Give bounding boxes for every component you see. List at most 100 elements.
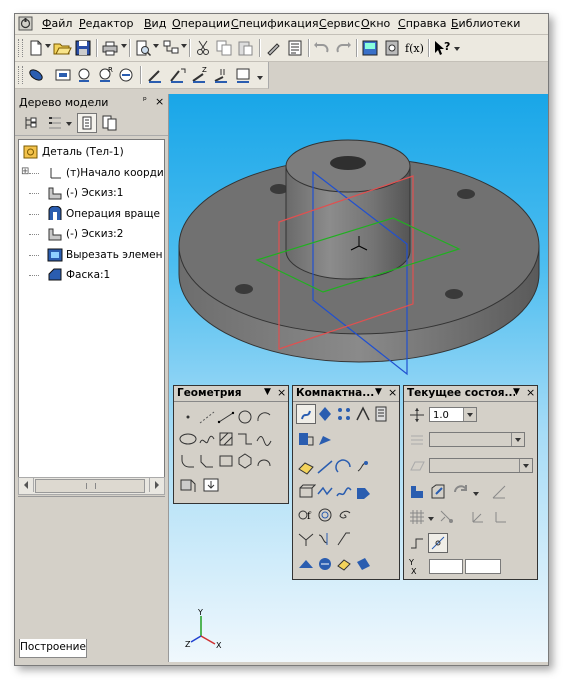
snaps-toggle-icon[interactable] [428, 533, 448, 553]
cursor-step-icon[interactable] [407, 405, 427, 425]
arc-icon[interactable] [254, 407, 274, 427]
chamfer-icon[interactable] [197, 451, 217, 471]
designations-icon[interactable] [334, 404, 354, 424]
new-dropdown-icon[interactable] [45, 44, 51, 48]
tree-item[interactable]: ⊞ (т)Начало коорди [19, 164, 164, 182]
menu-specification[interactable]: Спецификация [231, 17, 318, 30]
refresh-icon[interactable] [167, 65, 187, 85]
format-painter-icon[interactable] [263, 38, 283, 58]
surface-icon[interactable] [353, 554, 373, 574]
geometry-panel-titlebar[interactable]: Геометрия ▼ × [174, 386, 288, 402]
ortho-mode-icon[interactable] [407, 533, 427, 553]
layer-field[interactable] [429, 432, 525, 447]
toolbar-overflow-icon[interactable] [257, 76, 263, 80]
tree-list-icon[interactable] [99, 113, 119, 133]
point-icon[interactable] [178, 407, 198, 427]
toolbar-overflow-icon[interactable] [454, 47, 460, 51]
variables-tool-icon[interactable]: f [296, 505, 316, 525]
open-icon[interactable] [52, 38, 72, 58]
tree-item[interactable]: Операция враще [19, 205, 164, 223]
rectangle-icon[interactable] [216, 451, 236, 471]
zoom-previous-icon[interactable]: R [95, 65, 115, 85]
redo-icon[interactable] [333, 38, 353, 58]
measure-icon[interactable] [372, 404, 392, 424]
pan-icon[interactable] [145, 65, 165, 85]
coordinate-y-field[interactable] [465, 559, 501, 574]
filter-dropdown-icon[interactable] [66, 122, 72, 126]
nurbs-icon[interactable] [254, 429, 274, 449]
tree-view-dropdown-icon[interactable] [181, 44, 187, 48]
view-dropdown-icon[interactable] [519, 459, 532, 472]
polyline-icon[interactable] [235, 429, 255, 449]
extrude-icon[interactable] [296, 482, 316, 502]
constraints-icon[interactable] [353, 404, 373, 424]
tree-structure-icon[interactable] [21, 113, 41, 133]
step-dropdown-icon[interactable] [463, 408, 476, 421]
fillet-icon[interactable] [178, 451, 198, 471]
close-icon[interactable]: × [277, 386, 286, 399]
zoom-icon[interactable] [74, 65, 94, 85]
close-icon[interactable]: × [155, 95, 164, 108]
scroll-right-icon[interactable] [149, 478, 164, 492]
chevron-down-icon[interactable]: ▼ [513, 387, 520, 397]
new-icon[interactable] [26, 38, 46, 58]
print-icon[interactable] [100, 38, 120, 58]
view-field[interactable] [429, 458, 533, 473]
chevron-down-icon[interactable]: ▼ [375, 387, 382, 397]
spiral-icon[interactable] [334, 505, 354, 525]
pin-icon[interactable]: ᵖ [143, 96, 147, 106]
tree-item[interactable]: Фаска:1 [19, 266, 164, 284]
3d-viewport[interactable]: Геометрия ▼ × Компактна... ▼ × f Текущее… [169, 94, 548, 662]
variables-icon[interactable]: f(x) [404, 38, 424, 58]
circle-icon[interactable] [235, 407, 255, 427]
properties-icon[interactable] [285, 38, 305, 58]
menu-view[interactable]: Вид [144, 17, 166, 30]
horizontal-scrollbar[interactable] [18, 477, 165, 495]
fill-sketch-icon[interactable] [296, 457, 316, 477]
contour-icon[interactable] [254, 451, 274, 471]
mirror-icon[interactable] [315, 529, 335, 549]
menu-service[interactable]: Сервис [319, 17, 360, 30]
chevron-down-icon[interactable]: ▼ [264, 387, 271, 397]
tree-view-mode-icon[interactable] [77, 113, 97, 133]
cut-icon[interactable] [193, 38, 213, 58]
hatch-icon[interactable] [216, 429, 236, 449]
rotate-icon[interactable] [26, 65, 46, 85]
preview-icon[interactable] [133, 38, 153, 58]
edit-mode-icon[interactable] [428, 482, 448, 502]
grid-icon[interactable] [407, 507, 427, 527]
rebuild-icon[interactable] [451, 482, 471, 502]
zoom-next-icon[interactable] [116, 65, 136, 85]
close-icon[interactable]: × [526, 386, 535, 399]
ellipse-icon[interactable] [178, 429, 198, 449]
tree-item[interactable]: Деталь (Тел-1) [19, 143, 164, 161]
state-panel-titlebar[interactable]: Текущее состоя... ▼ × [404, 386, 537, 402]
help-pointer-icon[interactable]: ? [432, 38, 452, 58]
local-cs-icon[interactable] [468, 507, 488, 527]
menu-file[interactable]: Файл [42, 17, 72, 30]
sketch-mode-icon[interactable] [407, 482, 427, 502]
coordinate-x-field[interactable] [429, 559, 463, 574]
polygon-icon[interactable] [235, 451, 255, 471]
offset-icon[interactable] [315, 505, 335, 525]
model-tree[interactable]: Деталь (Тел-1) ⊞ (т)Начало коорди (-) Эскиз… [18, 139, 165, 490]
display-mode-icon[interactable] [233, 65, 253, 85]
snap-icon[interactable] [437, 507, 457, 527]
close-icon[interactable]: × [388, 386, 397, 399]
spline-icon[interactable] [197, 429, 217, 449]
menu-operations[interactable]: Операции [172, 17, 230, 30]
trim-icon[interactable] [296, 529, 316, 549]
menu-libraries[interactable]: Библиотеки [451, 17, 520, 30]
revolve-icon[interactable] [315, 482, 335, 502]
toolbar-grip[interactable] [18, 66, 23, 84]
menu-window[interactable]: Окно [361, 17, 390, 30]
operation-icon[interactable] [353, 457, 373, 477]
app-icon[interactable] [18, 16, 33, 31]
grid-dropdown-icon[interactable] [428, 517, 434, 521]
print-dropdown-icon[interactable] [121, 44, 127, 48]
arc-tool-icon[interactable] [334, 457, 354, 477]
tree-view-icon[interactable] [161, 38, 181, 58]
menu-editor[interactable]: Редактор [79, 17, 134, 30]
toolbar-grip[interactable] [18, 39, 23, 57]
geometry-switch-icon[interactable] [296, 404, 316, 424]
